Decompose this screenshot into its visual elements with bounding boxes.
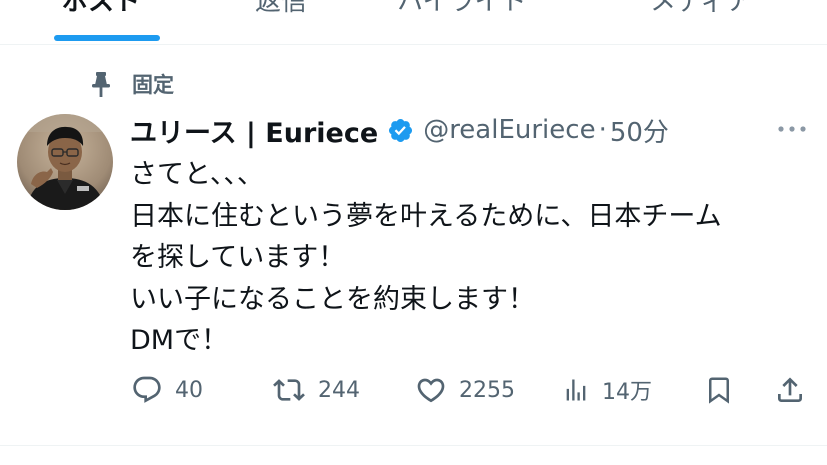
reply-button[interactable]: 40 xyxy=(131,370,203,410)
views-button[interactable]: 14万 xyxy=(562,370,652,410)
repost-count: 244 xyxy=(318,377,360,403)
active-tab-indicator xyxy=(54,35,160,41)
pinned-label: 固定 xyxy=(132,73,174,97)
pinned-indicator: 固定 xyxy=(88,68,174,100)
tweet-text: さてと、、、 日本に住むという夢を叶えるために、日本チーム を探しています！ い… xyxy=(130,154,810,362)
separator-dot: · xyxy=(598,115,607,145)
bookmark-icon xyxy=(709,377,729,404)
views-count: 14万 xyxy=(602,380,652,405)
tweet-line: さてと、、、 xyxy=(130,159,264,190)
heart-icon xyxy=(417,378,445,403)
like-button[interactable]: 2255 xyxy=(415,370,515,410)
avatar[interactable] xyxy=(17,114,113,210)
display-name[interactable]: ユリース | Euriece xyxy=(130,111,378,150)
views-chart-icon xyxy=(566,379,586,401)
reply-count: 40 xyxy=(175,377,203,403)
reply-icon xyxy=(133,376,161,403)
share-icon xyxy=(778,377,802,402)
share-button[interactable] xyxy=(774,370,806,410)
tab-replies[interactable]: 返信 xyxy=(255,0,307,22)
tab-media[interactable]: メディア xyxy=(650,0,752,22)
tab-highlights[interactable]: ハイライト xyxy=(397,0,526,22)
timestamp[interactable]: 50分 xyxy=(610,112,669,149)
tweet-header: ユリース | Euriece @realEuriece · 50分 xyxy=(130,110,669,150)
verified-badge-icon xyxy=(389,118,413,142)
like-count: 2255 xyxy=(459,377,515,403)
tab-posts[interactable]: ポスト xyxy=(62,0,140,22)
bookmark-button[interactable] xyxy=(704,370,734,410)
more-icon[interactable] xyxy=(777,122,807,136)
profile-tabs: ポスト 返信 ハイライト メディア xyxy=(0,0,827,45)
tweet-line: DMで！ xyxy=(130,325,229,356)
tweet-actions: 40 244 2255 14万 xyxy=(0,370,827,410)
tweet-line: 日本に住むという夢を叶えるために、日本チーム xyxy=(130,200,722,232)
tweet-line: を探しています！ xyxy=(130,242,346,273)
user-handle[interactable]: @realEuriece xyxy=(423,115,595,145)
tweet-line: いい子になることを約束します！ xyxy=(130,283,535,315)
divider xyxy=(0,445,827,446)
repost-icon xyxy=(273,379,305,401)
pin-icon xyxy=(88,69,114,99)
repost-button[interactable]: 244 xyxy=(272,370,360,410)
